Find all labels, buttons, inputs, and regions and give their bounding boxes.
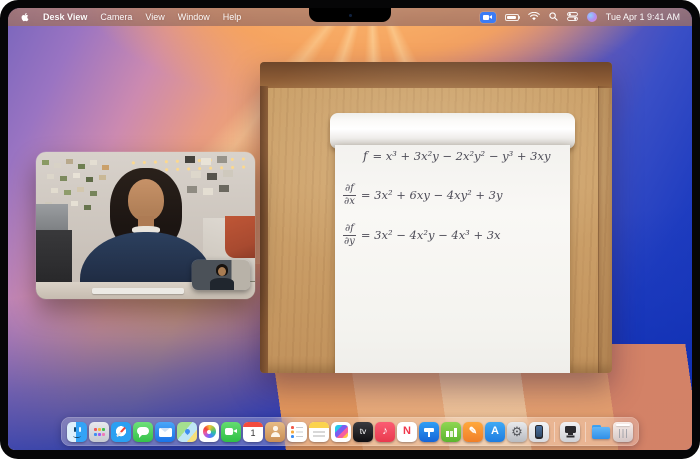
notepad-rolled-page	[330, 113, 575, 149]
dock-freeform-icon[interactable]	[331, 422, 351, 442]
dock-messages-icon[interactable]	[133, 422, 153, 442]
display-notch	[309, 8, 391, 22]
equipment-shelf	[36, 204, 68, 230]
dock-calendar-glyph: 1	[243, 422, 263, 442]
frac-denominator: ∂x	[344, 196, 355, 208]
facetime-pip-window[interactable]	[36, 152, 255, 299]
menu-window[interactable]: Window	[178, 12, 210, 22]
photo-frames-right	[185, 156, 241, 216]
camera-indicator-icon[interactable]	[480, 12, 496, 23]
keyboard	[92, 288, 184, 294]
wifi-icon[interactable]	[528, 12, 540, 23]
dock-settings-glyph: ⚙	[507, 422, 527, 442]
menu-app-title[interactable]: Desk View	[43, 12, 87, 22]
menu-bar-clock[interactable]: Tue Apr 1 9:41 AM	[606, 12, 680, 22]
dock-contacts-icon[interactable]	[265, 422, 285, 442]
equation-line-2: ∂f ∂x = 3x² + 6xy − 4xy² + 3y	[343, 183, 502, 207]
dock-downloads-icon[interactable]	[591, 422, 611, 442]
dock-iphone-mirroring-icon[interactable]	[529, 422, 549, 442]
dock-trash-icon[interactable]	[613, 422, 633, 442]
partial-derivative-y-fraction: ∂f ∂y	[343, 223, 356, 247]
webcam-dot	[349, 14, 352, 17]
dock-news-icon[interactable]: N	[397, 422, 417, 442]
dock-deskview-icon[interactable]	[560, 422, 580, 442]
dock: 1 tv♪N ✎A⚙	[61, 417, 639, 446]
self-view-body	[210, 278, 234, 290]
dock-facetime-icon[interactable]	[221, 422, 241, 442]
dock-calendar-icon[interactable]: 1	[243, 422, 263, 442]
partial-derivative-x-fraction: ∂f ∂x	[343, 183, 356, 207]
dock-reminders-icon[interactable]	[287, 422, 307, 442]
dock-appstore-glyph: A	[485, 422, 505, 442]
dock-mail-icon[interactable]	[155, 422, 175, 442]
dock-launchpad-icon[interactable]	[89, 422, 109, 442]
menu-help[interactable]: Help	[223, 12, 242, 22]
dock-pages-glyph: ✎	[463, 422, 483, 442]
frac-numerator: ∂f	[343, 223, 356, 236]
equation-1-body: = x³ + 3x²y − 2x²y² − y³ + 3xy	[372, 149, 550, 163]
control-center-icon[interactable]	[567, 12, 578, 23]
screen: Desk View Camera View Window Help	[8, 8, 692, 450]
participant-face	[128, 179, 164, 221]
dock-music-icon[interactable]: ♪	[375, 422, 395, 442]
dock-tv-glyph: tv	[353, 422, 373, 442]
equation-line-3: ∂f ∂y = 3x² − 4x²y − 4x³ + 3x	[343, 223, 501, 247]
dock-notes-icon[interactable]	[309, 422, 329, 442]
dock-settings-icon[interactable]: ⚙	[507, 422, 527, 442]
dock-finder-icon[interactable]	[67, 422, 87, 442]
dock-music-glyph: ♪	[375, 422, 395, 442]
frac-numerator: ∂f	[343, 183, 356, 196]
search-icon[interactable]	[549, 12, 558, 23]
menu-view[interactable]: View	[145, 12, 164, 22]
dock-photos-icon[interactable]	[199, 422, 219, 442]
dock-numbers-icon[interactable]	[441, 422, 461, 442]
frac-denominator: ∂y	[344, 236, 355, 248]
dock-keynote-icon[interactable]	[419, 422, 439, 442]
siri-icon[interactable]	[587, 12, 597, 22]
battery-icon[interactable]	[505, 14, 519, 21]
equation-2-body: = 3x² + 6xy − 4xy² + 3y	[361, 188, 503, 202]
menu-camera[interactable]: Camera	[100, 12, 132, 22]
dock-divider	[585, 422, 586, 442]
self-view-thumbnail[interactable]	[192, 260, 250, 290]
dock-safari-icon[interactable]	[111, 422, 131, 442]
desk-view-window[interactable]: f = x³ + 3x²y − 2x²y² − y³ + 3xy ∂f ∂x =…	[260, 62, 612, 373]
red-blanket	[225, 216, 255, 258]
notepad-sheet: f = x³ + 3x²y − 2x²y² − y³ + 3xy ∂f ∂x =…	[335, 145, 570, 373]
dock-divider	[554, 422, 555, 442]
dock-tv-icon[interactable]: tv	[353, 422, 373, 442]
dock-news-glyph: N	[397, 422, 417, 442]
apple-menu-icon[interactable]	[20, 12, 30, 22]
dock-pages-icon[interactable]: ✎	[463, 422, 483, 442]
equation-1-lhs: f	[363, 149, 367, 163]
equation-3-body: = 3x² − 4x²y − 4x³ + 3x	[361, 228, 501, 242]
macbook-bezel: Desk View Camera View Window Help	[0, 0, 700, 459]
dock-appstore-icon[interactable]: A	[485, 422, 505, 442]
notepad: f = x³ + 3x²y − 2x²y² − y³ + 3xy ∂f ∂x =…	[335, 113, 570, 373]
dock-maps-icon[interactable]	[177, 422, 197, 442]
equation-line-1: f = x³ + 3x²y − 2x²y² − y³ + 3xy	[363, 149, 550, 163]
self-view-face	[218, 267, 226, 276]
